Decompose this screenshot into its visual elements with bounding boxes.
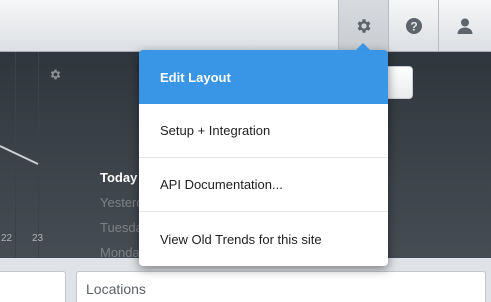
dropdown-caret [355, 43, 371, 51]
x-tick-label: 22 [1, 233, 13, 244]
trend-line [0, 145, 39, 165]
settings-dropdown-menu: Edit Layout Setup + Integration API Docu… [139, 50, 388, 266]
menu-item-setup-integration[interactable]: Setup + Integration [139, 104, 388, 158]
user-button[interactable] [438, 0, 491, 51]
left-panel [0, 271, 66, 302]
x-tick-label: 23 [32, 233, 44, 244]
gear-icon [50, 69, 61, 80]
user-icon [457, 18, 473, 34]
chart-settings-button[interactable] [49, 68, 62, 86]
gear-icon [357, 18, 370, 33]
help-icon: ? [405, 17, 422, 34]
menu-item-api-documentation[interactable]: API Documentation... [139, 158, 388, 212]
menu-item-edit-layout[interactable]: Edit Layout [139, 50, 388, 104]
menu-item-view-old-trends[interactable]: View Old Trends for this site [139, 212, 388, 266]
locations-title: Locations [86, 281, 146, 297]
locations-panel: Locations [76, 271, 486, 302]
top-toolbar: ? [0, 0, 491, 52]
svg-text:?: ? [410, 19, 417, 33]
help-button[interactable]: ? [388, 0, 438, 51]
